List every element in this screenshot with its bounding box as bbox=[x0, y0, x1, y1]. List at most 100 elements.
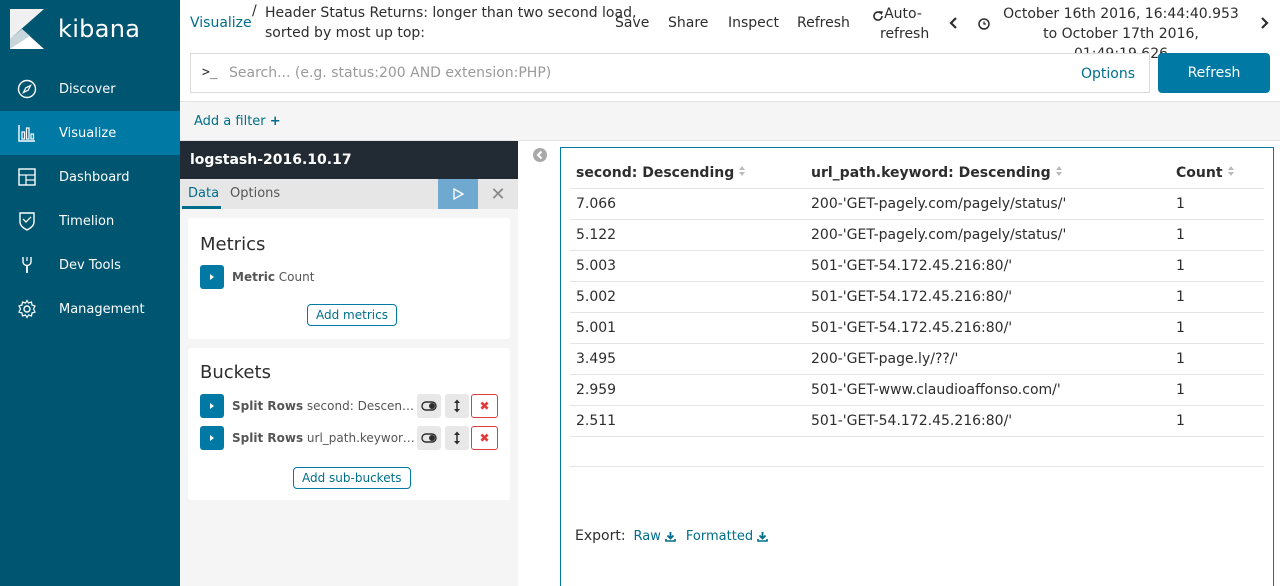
remove-bucket-button[interactable]: ✖ bbox=[471, 426, 498, 450]
query-options-link[interactable]: Options bbox=[1081, 66, 1135, 82]
column-header-count[interactable]: Count bbox=[1170, 158, 1264, 189]
table-cell[interactable]: 1 bbox=[1170, 374, 1264, 406]
column-header-second[interactable]: second: Descending bbox=[570, 158, 805, 189]
reorder-bucket-handle[interactable] bbox=[445, 426, 469, 450]
table-row: 5.122 200-'GET-pagely.com/pagely/status/'… bbox=[570, 219, 1264, 251]
column-header-url-path[interactable]: url_path.keyword: Descending bbox=[805, 158, 1170, 189]
remove-bucket-button[interactable]: ✖ bbox=[471, 394, 498, 418]
bar-chart-icon bbox=[16, 122, 38, 144]
table-cell[interactable]: 5.122 bbox=[570, 219, 805, 251]
export-formatted-link[interactable]: Formatted bbox=[686, 529, 768, 544]
reorder-bucket-handle[interactable] bbox=[445, 394, 469, 418]
sidebar-item-dashboard[interactable]: Dashboard bbox=[0, 155, 180, 199]
inspect-button[interactable]: Inspect bbox=[728, 15, 779, 31]
vertical-arrows-icon bbox=[454, 431, 460, 445]
table-cell[interactable]: 501-'GET-www.claudioaffonso.com/' bbox=[805, 374, 1170, 406]
export-raw-link[interactable]: Raw bbox=[634, 529, 676, 544]
table-cell[interactable]: 1 bbox=[1170, 281, 1264, 313]
table-cell[interactable]: 5.003 bbox=[570, 250, 805, 282]
kibana-logo[interactable]: kibana bbox=[0, 0, 180, 58]
table-cell[interactable]: 2.959 bbox=[570, 374, 805, 406]
table-cell[interactable]: 1 bbox=[1170, 219, 1264, 251]
export-formatted-label: Formatted bbox=[685, 528, 754, 544]
filter-bar: Add a filter + bbox=[180, 101, 1280, 141]
auto-refresh-button[interactable]: Auto-refresh bbox=[870, 4, 929, 44]
sidebar-item-discover[interactable]: Discover bbox=[0, 67, 180, 111]
download-icon bbox=[757, 531, 768, 542]
expand-metric-toggle[interactable] bbox=[200, 265, 224, 289]
sidebar-item-label: Discover bbox=[59, 81, 116, 97]
table-cell[interactable]: 200-'GET-pagely.com/pagely/status/' bbox=[805, 219, 1170, 251]
collapse-sidebar-icon[interactable] bbox=[532, 147, 548, 163]
table-cell[interactable]: 501-'GET-54.172.45.216:80/' bbox=[805, 405, 1170, 437]
sidebar-item-dev-tools[interactable]: Dev Tools bbox=[0, 243, 180, 287]
table-cell[interactable]: 501-'GET-54.172.45.216:80/' bbox=[805, 250, 1170, 282]
bucket-agg-type: Split Rows bbox=[232, 398, 304, 413]
table-cell[interactable]: 501-'GET-54.172.45.216:80/' bbox=[805, 281, 1170, 313]
toggle-on-icon bbox=[421, 401, 437, 411]
sort-icon bbox=[1055, 165, 1063, 181]
column-header-label: Count bbox=[1176, 164, 1223, 181]
table-row: 5.002 501-'GET-54.172.45.216:80/' 1 bbox=[570, 281, 1264, 313]
table-cell[interactable]: 200-'GET-pagely.com/pagely/status/' bbox=[805, 188, 1170, 220]
play-icon bbox=[453, 188, 464, 200]
timelion-shield-icon bbox=[16, 210, 38, 232]
buckets-card: Buckets Split Rows second: Descending ✖ … bbox=[188, 348, 510, 500]
clock-icon bbox=[977, 15, 991, 31]
sidebar-item-label: Timelion bbox=[59, 213, 115, 229]
add-metrics-button[interactable]: Add metrics bbox=[307, 304, 397, 326]
sidebar-item-label: Dashboard bbox=[59, 169, 130, 185]
add-sub-buckets-button[interactable]: Add sub-buckets bbox=[293, 467, 411, 489]
column-header-label: second: Descending bbox=[576, 164, 735, 181]
bucket-agg-label: Split Rows url_path.keyword: Descending bbox=[232, 431, 419, 446]
table-row: 3.495 200-'GET-page.ly/??/' 1 bbox=[570, 343, 1264, 375]
table-row: 2.959 501-'GET-www.claudioaffonso.com/' 1 bbox=[570, 374, 1264, 406]
sidebar-item-visualize[interactable]: Visualize bbox=[0, 111, 180, 155]
table-cell[interactable]: 5.002 bbox=[570, 281, 805, 313]
tab-options[interactable]: Options bbox=[230, 186, 280, 201]
table-cell[interactable]: 1 bbox=[1170, 250, 1264, 282]
apply-changes-button[interactable] bbox=[438, 179, 478, 209]
plus-icon: + bbox=[269, 114, 281, 129]
table-row: 5.001 501-'GET-54.172.45.216:80/' 1 bbox=[570, 312, 1264, 344]
chevron-left-icon[interactable] bbox=[947, 15, 961, 31]
share-button[interactable]: Share bbox=[668, 15, 708, 31]
refresh-menu-button[interactable]: Refresh bbox=[797, 15, 850, 31]
dashboard-icon bbox=[16, 166, 38, 188]
query-prompt-icon: >_ bbox=[202, 65, 218, 80]
add-filter-link[interactable]: Add a filter + bbox=[194, 114, 281, 129]
sidebar: kibana Discover Visualize Dashboard Time… bbox=[0, 0, 180, 586]
reload-icon bbox=[872, 8, 884, 28]
table-cell[interactable]: 1 bbox=[1170, 188, 1264, 220]
caret-right-icon bbox=[210, 274, 214, 280]
breadcrumb-visualize-link[interactable]: Visualize bbox=[190, 15, 252, 31]
metrics-title: Metrics bbox=[200, 234, 266, 255]
refresh-button[interactable]: Refresh bbox=[1158, 53, 1270, 93]
sidebar-item-timelion[interactable]: Timelion bbox=[0, 199, 180, 243]
export-raw-label: Raw bbox=[633, 528, 661, 544]
table-cell[interactable]: 501-'GET-54.172.45.216:80/' bbox=[805, 312, 1170, 344]
table-cell[interactable]: 2.511 bbox=[570, 405, 805, 437]
metrics-card: Metrics Metric Count Add metrics bbox=[188, 218, 510, 339]
tab-data[interactable]: Data bbox=[188, 186, 219, 201]
discard-changes-button[interactable]: ✕ bbox=[478, 179, 518, 209]
table-cell[interactable]: 5.001 bbox=[570, 312, 805, 344]
toggle-bucket-button[interactable] bbox=[417, 394, 441, 418]
table-cell[interactable]: 7.066 bbox=[570, 188, 805, 220]
column-header-label: url_path.keyword: Descending bbox=[811, 164, 1051, 181]
table-cell[interactable]: 200-'GET-page.ly/??/' bbox=[805, 343, 1170, 375]
expand-bucket-toggle[interactable] bbox=[200, 426, 224, 450]
search-input[interactable] bbox=[229, 63, 1069, 83]
sidebar-item-management[interactable]: Management bbox=[0, 287, 180, 331]
save-button[interactable]: Save bbox=[615, 15, 649, 31]
table-divider bbox=[570, 466, 1264, 467]
expand-bucket-toggle[interactable] bbox=[200, 394, 224, 418]
chevron-right-icon[interactable] bbox=[1257, 15, 1271, 31]
table-cell[interactable]: 1 bbox=[1170, 312, 1264, 344]
table-cell[interactable]: 1 bbox=[1170, 405, 1264, 437]
bucket-agg-row: Split Rows url_path.keyword: Descending bbox=[200, 426, 419, 450]
toggle-bucket-button[interactable] bbox=[417, 426, 441, 450]
table-cell[interactable]: 1 bbox=[1170, 343, 1264, 375]
wrench-icon bbox=[16, 254, 38, 276]
table-cell[interactable]: 3.495 bbox=[570, 343, 805, 375]
